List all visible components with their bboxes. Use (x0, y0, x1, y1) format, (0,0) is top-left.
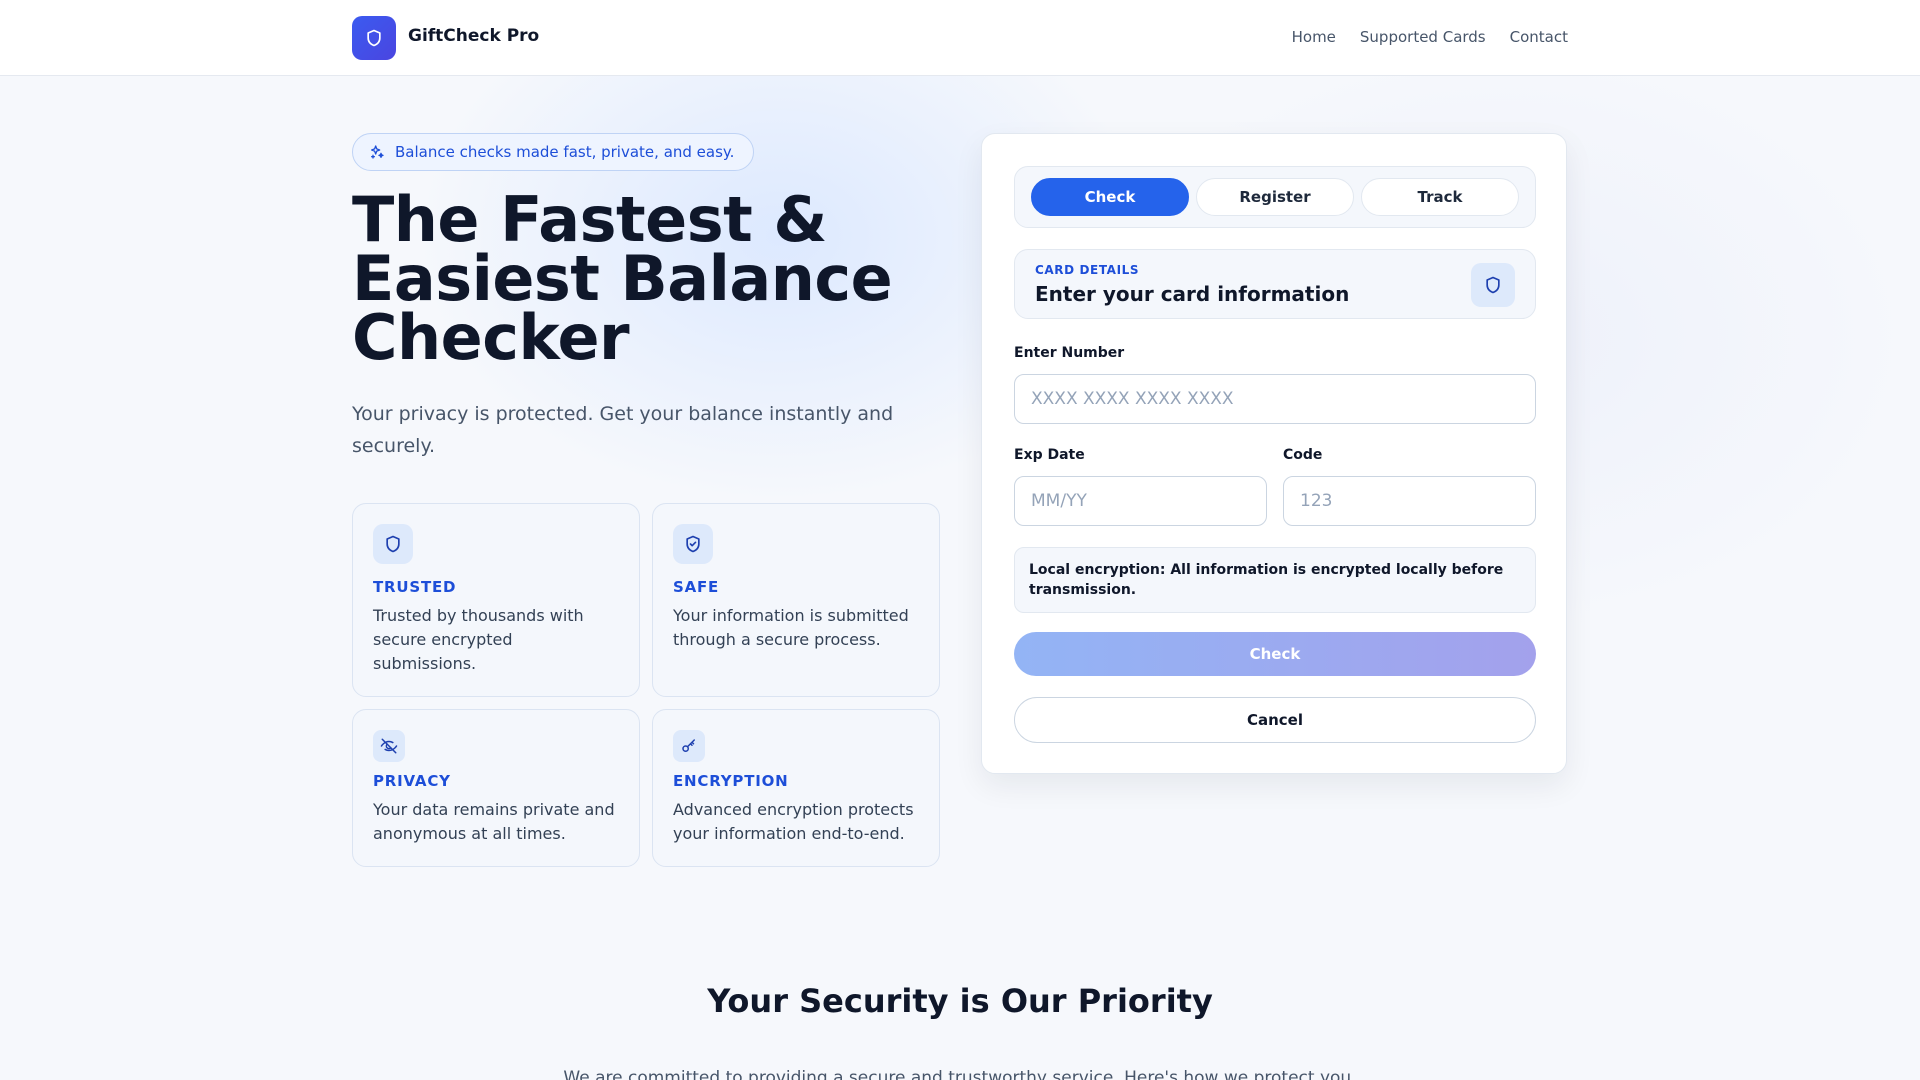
card-number-input[interactable] (1014, 374, 1536, 424)
card-details-label: CARD DETAILS (1035, 263, 1140, 277)
exp-date-label: Exp Date (1014, 447, 1085, 463)
feature-title: TRUSTED (373, 578, 457, 596)
top-header: GiftCheck Pro Home Supported Cards Conta… (0, 0, 1920, 76)
feature-description: Advanced encryption protects your inform… (673, 800, 914, 843)
hero-pill-badge: Balance checks made fast, private, and e… (352, 133, 755, 171)
exp-date-input[interactable] (1014, 476, 1267, 526)
card-details-title: Enter your card information (1035, 282, 1350, 306)
security-section-subtitle: We are committed to providing a secure a… (563, 1068, 1357, 1080)
feature-card-trusted: TRUSTED Trusted by thousands with secure… (352, 503, 640, 697)
feature-icon-wrap (373, 524, 413, 564)
security-section-title: Your Security is Our Priority (707, 982, 1213, 1020)
feature-icon-wrap (673, 524, 713, 564)
tab-track[interactable]: Track (1361, 178, 1519, 216)
card-number-label: Enter Number (1014, 345, 1125, 361)
brand-name[interactable]: GiftCheck Pro (408, 26, 539, 46)
shield-icon (1486, 276, 1500, 294)
tab-check[interactable]: Check (1031, 178, 1189, 216)
feature-icon-wrap (373, 730, 405, 762)
hero-pill-text: Balance checks made fast, private, and e… (395, 143, 735, 161)
code-label: Code (1283, 447, 1323, 463)
shield-icon (367, 29, 381, 47)
feature-icon-wrap (673, 730, 705, 762)
encryption-notice: Local encryption: All information is enc… (1014, 547, 1536, 613)
hero-subtitle: Your privacy is protected. Get your bala… (352, 403, 894, 457)
page-background (0, 76, 1920, 1080)
check-submit-button[interactable]: Check (1014, 632, 1536, 676)
sparkles-icon (371, 145, 384, 159)
form-tabs: Check Register Track (1014, 166, 1536, 228)
key-icon (682, 739, 695, 752)
hero-title: The Fastest & Easiest Balance Checker (352, 183, 893, 374)
nav-contact[interactable]: Contact (1510, 28, 1568, 46)
nav-supported-cards[interactable]: Supported Cards (1360, 28, 1486, 46)
brand-logo[interactable] (352, 16, 396, 60)
feature-card-privacy: PRIVACY Your data remains private and an… (352, 709, 640, 867)
shield-icon (386, 535, 400, 553)
code-input[interactable] (1283, 476, 1536, 526)
feature-title: SAFE (673, 578, 720, 596)
feature-description: Trusted by thousands with secure encrypt… (373, 606, 584, 673)
nav-home[interactable]: Home (1292, 28, 1336, 46)
card-details-header: CARD DETAILS Enter your card information (1014, 249, 1536, 319)
feature-description: Your data remains private and anonymous … (373, 800, 615, 843)
tab-register[interactable]: Register (1196, 178, 1354, 216)
cancel-button[interactable]: Cancel (1014, 697, 1536, 743)
balance-check-card: Check Register Track CARD DETAILS Enter … (981, 133, 1567, 774)
eye-off-icon (380, 738, 398, 754)
shield-check-icon (686, 535, 700, 553)
main-nav: Home Supported Cards Contact (1292, 28, 1568, 46)
feature-description: Your information is submitted through a … (673, 606, 909, 649)
feature-card-safe: SAFE Your information is submitted throu… (652, 503, 940, 697)
feature-card-encryption: ENCRYPTION Advanced encryption protects … (652, 709, 940, 867)
feature-title: PRIVACY (373, 772, 451, 790)
feature-title: ENCRYPTION (673, 772, 789, 790)
card-details-icon-wrap (1471, 263, 1515, 307)
